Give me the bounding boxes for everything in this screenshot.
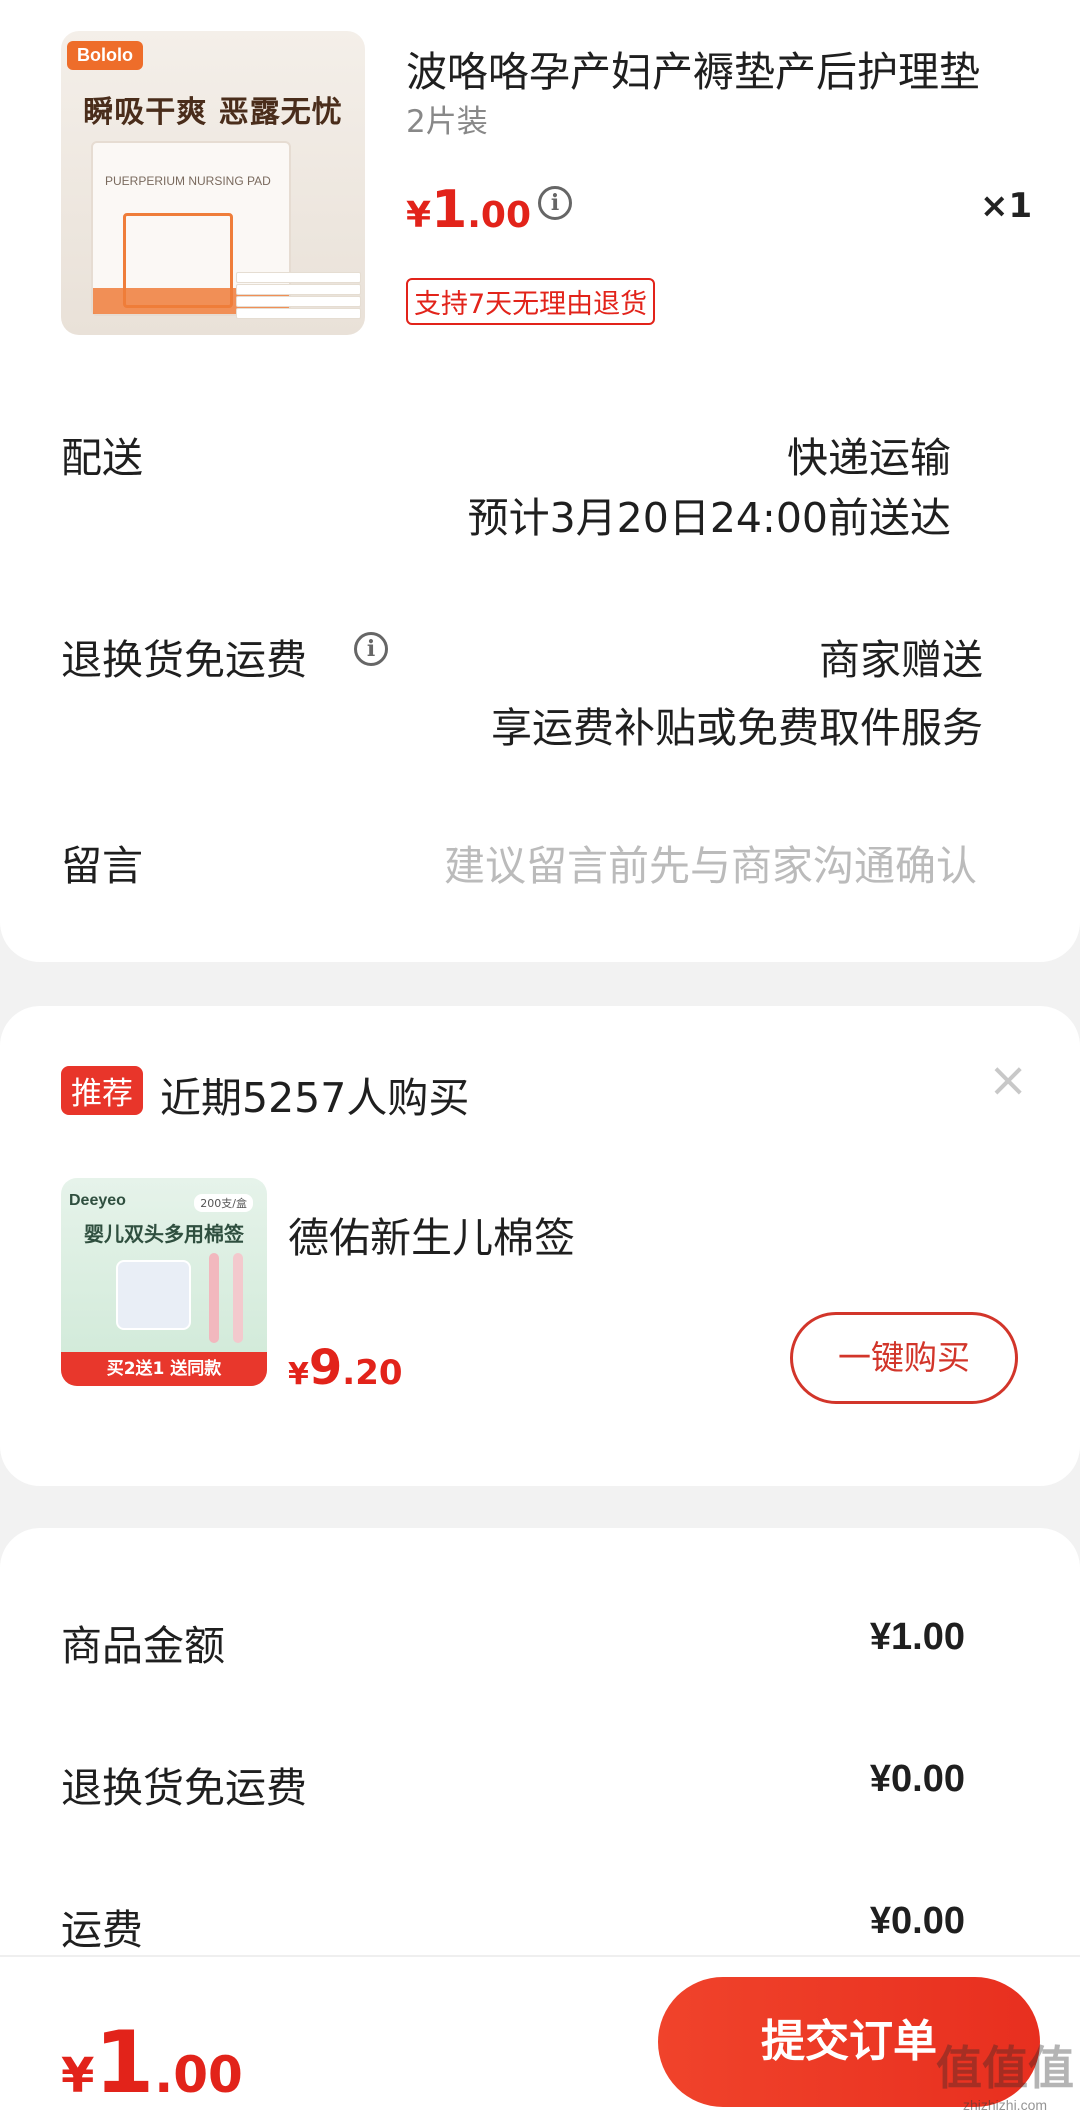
message-label: 留言 bbox=[61, 842, 143, 890]
recommend-product-image[interactable]: Deeyeo 200支/盒 婴儿双头多用棉签 买2送1 送同款 bbox=[61, 1178, 267, 1386]
return-policy-badge: 支持7天无理由退货 bbox=[406, 278, 656, 325]
package-text: PUERPERIUM NURSING PAD bbox=[105, 174, 271, 188]
summary-row-label: 退换货免运费 bbox=[61, 1764, 307, 1812]
one-click-buy-button[interactable]: 一键购买 bbox=[790, 1312, 1018, 1404]
delivery-eta: 预计3月20日24:00前送达 bbox=[467, 494, 951, 542]
product-image[interactable]: Bololo 瞬吸干爽 恶露无忧 PUERPERIUM NURSING PAD bbox=[61, 31, 365, 335]
summary-row-value: ¥0.00 bbox=[869, 1900, 965, 1942]
free-return-info-icon[interactable]: i bbox=[354, 632, 388, 666]
recommend-product-name[interactable]: 德佑新生儿棉签 bbox=[288, 1204, 575, 1264]
checkout-bar: ¥1.00 提交订单 bbox=[0, 1955, 1080, 2126]
quantity-label[interactable]: ×1 bbox=[980, 186, 1032, 226]
summary-row-value: ¥0.00 bbox=[869, 1758, 965, 1800]
close-icon[interactable]: × bbox=[988, 1056, 1028, 1104]
free-return-label: 退换货免运费 bbox=[61, 636, 307, 684]
recommend-price: ¥9.20 bbox=[288, 1340, 403, 1396]
summary-row-label: 商品金额 bbox=[61, 1622, 225, 1670]
delivery-label: 配送 bbox=[61, 434, 143, 482]
free-return-value: 商家赠送 bbox=[819, 636, 983, 684]
pads-illustration bbox=[236, 271, 361, 331]
summary-row-label: 运费 bbox=[61, 1906, 143, 1954]
order-item-card: Bololo 瞬吸干爽 恶露无忧 PUERPERIUM NURSING PAD … bbox=[0, 0, 1080, 962]
product-spec[interactable]: 2片装 bbox=[406, 96, 488, 141]
product-title[interactable]: 波咯咯孕产妇产褥垫产后护理垫 bbox=[406, 38, 996, 98]
price-info-icon[interactable]: i bbox=[538, 186, 572, 220]
watermark-logo: 值值值 zhizhizhi.com bbox=[936, 2041, 1074, 2113]
recommend-image-slogan: 婴儿双头多用棉签 bbox=[84, 1222, 244, 1246]
product-price: ¥1.00 bbox=[406, 180, 532, 240]
image-slogan: 瞬吸干爽 恶露无忧 bbox=[83, 95, 343, 130]
recommend-brand: Deeyeo bbox=[69, 1192, 126, 1209]
free-return-desc: 享运费补贴或免费取件服务 bbox=[491, 704, 983, 752]
summary-row-value: ¥1.00 bbox=[869, 1616, 965, 1658]
brand-logo: Bololo bbox=[67, 41, 143, 70]
message-input[interactable]: 建议留言前先与商家沟通确认 bbox=[444, 832, 977, 892]
delivery-method[interactable]: 快递运输 bbox=[787, 424, 951, 484]
recommend-text: 近期5257人购买 bbox=[160, 1074, 470, 1122]
recommend-promo-banner: 买2送1 送同款 bbox=[61, 1352, 267, 1386]
total-price: ¥1.00 bbox=[61, 2013, 243, 2113]
recommend-count-badge: 200支/盒 bbox=[194, 1194, 253, 1212]
recommend-tag: 推荐 bbox=[61, 1066, 143, 1115]
